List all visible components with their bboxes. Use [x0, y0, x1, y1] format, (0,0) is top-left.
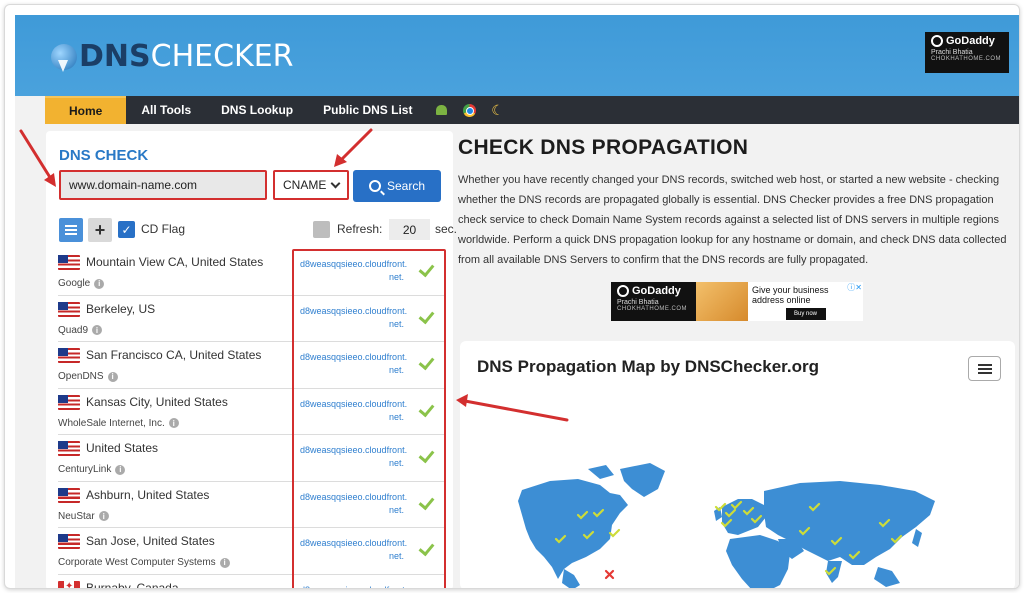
ad-name: Prachi Bhatia: [931, 49, 973, 56]
info-icon[interactable]: i: [92, 325, 103, 335]
results-highlight-box: [292, 249, 446, 588]
flag-us-icon: [58, 534, 80, 549]
nav-public-dns-list[interactable]: Public DNS List: [308, 96, 427, 124]
refresh-checkbox[interactable]: [313, 221, 330, 238]
record-type-value: CNAME: [283, 178, 327, 192]
screenshot-frame: DNSCHECKER GoDaddy Prachi Bhatia CHOKHAT…: [4, 4, 1020, 589]
ad-url: CHOKHATHOME.COM: [931, 56, 1002, 62]
server-provider: OpenDNS i: [58, 371, 118, 382]
search-button[interactable]: Search: [353, 170, 441, 202]
nav-dns-lookup[interactable]: DNS Lookup: [206, 96, 308, 124]
map-menu-button[interactable]: [968, 356, 1001, 381]
server-provider: WholeSale Internet, Inc. i: [58, 418, 179, 429]
server-provider: Corporate West Computer Systems i: [58, 557, 230, 568]
map-title: DNS Propagation Map by DNSChecker.org: [477, 357, 819, 376]
server-location: Burnaby, Canada: [86, 580, 179, 589]
ad-name: Prachi Bhatia: [617, 299, 659, 306]
site-header: DNSCHECKER GoDaddy Prachi Bhatia CHOKHAT…: [15, 15, 1019, 96]
filter-sliders-button[interactable]: [59, 218, 83, 242]
panel-title: DNS CHECK: [59, 147, 149, 164]
propagation-map-card: DNS Propagation Map by DNSChecker.org: [460, 341, 1015, 588]
ad-buy-button[interactable]: Buy now: [785, 308, 826, 320]
server-location: San Francisco CA, United States: [86, 348, 262, 362]
options-row: + ✓ CD Flag Refresh: 20 sec.: [59, 218, 457, 242]
record-type-select[interactable]: CNAME: [273, 170, 349, 200]
world-map: [518, 463, 935, 588]
site-logo[interactable]: DNSCHECKER: [51, 37, 294, 77]
godaddy-logo: GoDaddy: [617, 285, 690, 297]
info-icon[interactable]: i: [98, 511, 109, 521]
add-server-button[interactable]: +: [88, 218, 112, 242]
flag-us-icon: [58, 394, 80, 410]
cd-flag-label: CD Flag: [141, 222, 186, 236]
godaddy-icon: [617, 285, 629, 297]
page-description: Whether you have recently changed your D…: [458, 174, 1007, 266]
refresh-label: Refresh:: [337, 222, 383, 236]
moon-icon[interactable]: ☾: [483, 96, 511, 124]
ad-headline: Give your business address online: [752, 285, 829, 305]
godaddy-icon: [931, 35, 943, 47]
server-location: Kansas City, United States: [86, 394, 228, 409]
info-icon[interactable]: i: [219, 557, 230, 568]
content-ad-banner[interactable]: GoDaddy Prachi Bhatia CHOKHATHOME.COM Gi…: [611, 282, 863, 321]
sliders-icon: [65, 229, 77, 231]
domain-input[interactable]: www.domain-name.com: [59, 170, 267, 200]
header-ad-banner[interactable]: GoDaddy Prachi Bhatia CHOKHATHOME.COM: [925, 32, 1009, 73]
flag-us-icon: [58, 301, 80, 317]
ad-url: CHOKHATHOME.COM: [617, 306, 688, 312]
ad-image: [696, 282, 748, 321]
browser-viewport: DNSCHECKER GoDaddy Prachi Bhatia CHOKHAT…: [15, 15, 1019, 589]
ad-left: GoDaddy Prachi Bhatia CHOKHATHOME.COM: [611, 282, 696, 321]
flag-us-icon: [58, 255, 80, 270]
cd-flag-checkbox[interactable]: ✓: [118, 221, 135, 238]
server-location: San Jose, United States: [86, 534, 215, 548]
page-title: CHECK DNS PROPAGATION: [458, 136, 749, 159]
flag-ca-icon: [58, 580, 80, 588]
search-icon: [368, 180, 381, 192]
ad-close-icon[interactable]: ⓘ✕: [847, 283, 862, 293]
refresh-unit: sec.: [435, 222, 458, 236]
server-provider: NeuStar i: [58, 511, 109, 522]
flag-us-icon: [58, 487, 80, 503]
ad-right: Give your business address online Buy no…: [748, 282, 863, 321]
main-nav: Home All Tools DNS Lookup Public DNS Lis…: [45, 96, 1019, 124]
server-provider: Google i: [58, 278, 105, 289]
search-label: Search: [386, 179, 426, 193]
server-location: United States: [86, 441, 159, 455]
failed-marker-icon: [604, 569, 615, 580]
chevron-down-icon: [330, 178, 341, 188]
info-icon[interactable]: i: [115, 464, 126, 475]
globe-pin-icon: [51, 44, 77, 70]
flag-us-icon: [58, 348, 80, 363]
server-location: Ashburn, United States: [86, 487, 210, 502]
android-icon[interactable]: [427, 96, 455, 124]
dns-check-panel: DNS CHECK www.domain-name.com CNAME Sear…: [46, 131, 457, 589]
server-location: Berkeley, US: [86, 301, 156, 316]
info-icon[interactable]: i: [168, 418, 179, 428]
refresh-interval-input[interactable]: 20: [389, 219, 430, 240]
info-icon[interactable]: i: [94, 278, 105, 289]
nav-home[interactable]: Home: [45, 96, 127, 124]
server-provider: Quad9 i: [58, 325, 103, 336]
logo-text: DNSCHECKER: [79, 39, 294, 74]
info-icon[interactable]: i: [107, 371, 118, 382]
chrome-icon[interactable]: [455, 96, 483, 124]
server-location: Mountain View CA, United States: [86, 255, 264, 269]
nav-all-tools[interactable]: All Tools: [126, 96, 206, 124]
server-provider: CenturyLink i: [58, 464, 126, 475]
flag-us-icon: [58, 441, 80, 456]
godaddy-logo: GoDaddy: [931, 35, 1003, 47]
